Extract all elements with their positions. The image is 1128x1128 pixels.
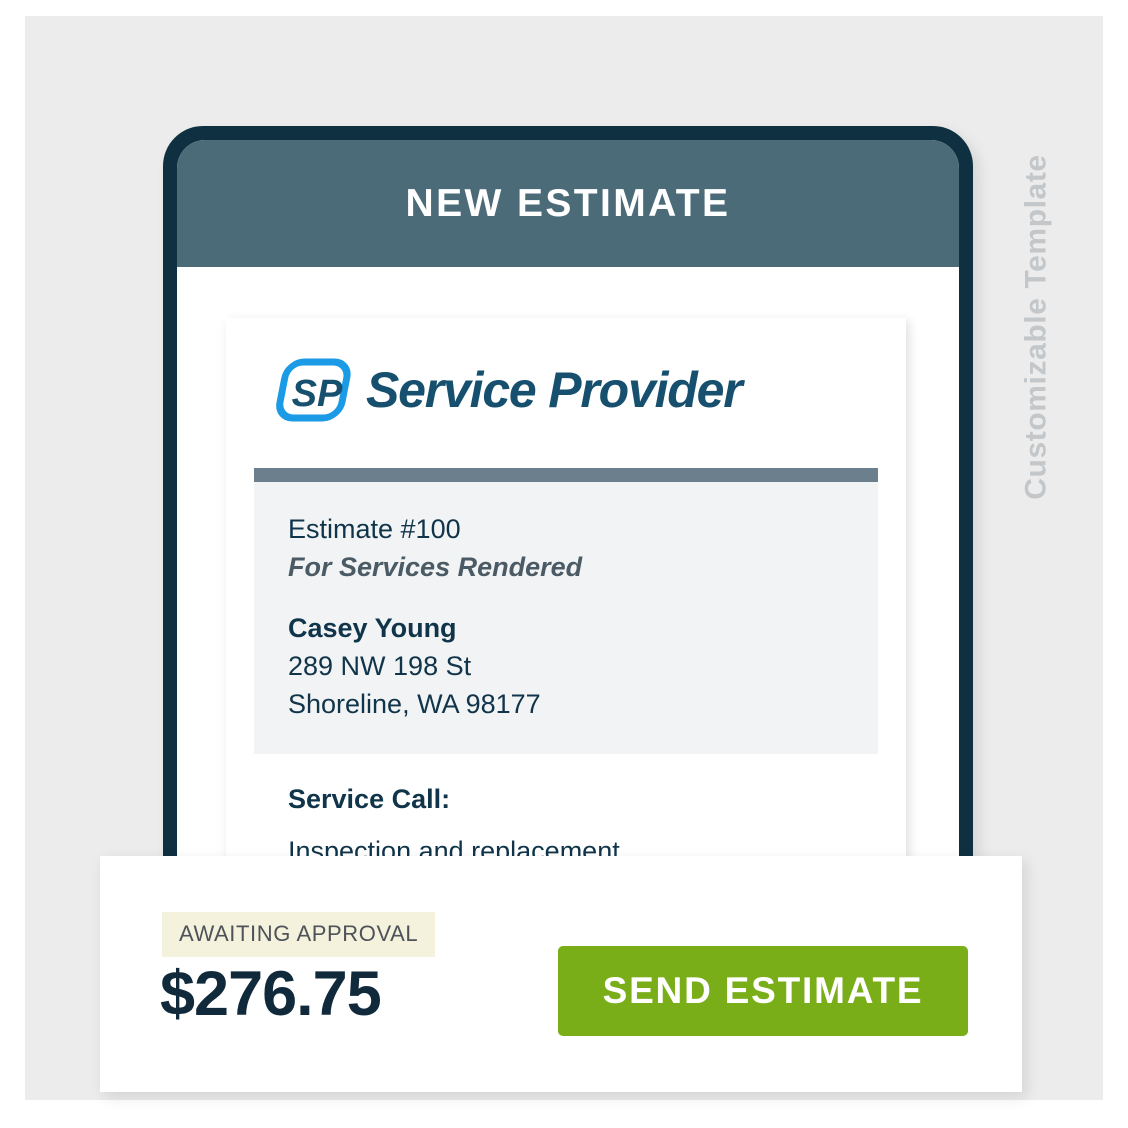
send-estimate-button[interactable]: SEND ESTIMATE (558, 946, 968, 1036)
estimate-subtitle: For Services Rendered (288, 552, 583, 583)
screenshot-stage: Customizable Template NEW ESTIMATE SP Se… (0, 0, 1128, 1128)
phone-screen: NEW ESTIMATE SP Service Provider Estimat… (177, 140, 959, 866)
document-logo-area: SP Service Provider (226, 318, 906, 468)
phone-device-frame: NEW ESTIMATE SP Service Provider Estimat… (163, 126, 973, 866)
side-caption: Customizable Template (1005, 60, 1069, 600)
status-badge: AWAITING APPROVAL (162, 912, 436, 957)
service-provider-logo: SP Service Provider (274, 356, 906, 424)
estimate-document: SP Service Provider Estimate #100 For Se… (226, 318, 906, 866)
total-amount: $276.75 (160, 959, 382, 1029)
brand-wordmark: Service Provider (366, 362, 743, 418)
app-header: NEW ESTIMATE (177, 140, 959, 267)
customer-address-line-1: 289 NW 198 St (288, 650, 472, 681)
customer-name: Casey Young (288, 612, 457, 643)
sp-badge-icon: SP (274, 356, 360, 424)
service-label: Service Call: (288, 783, 451, 814)
side-caption-label: Customizable Template (1020, 154, 1054, 500)
estimate-summary-card: AWAITING APPROVAL $276.75 SEND ESTIMATE (100, 856, 1022, 1092)
app-header-title: NEW ESTIMATE (405, 181, 731, 225)
document-service-block: Service Call: Inspection and replacement… (254, 753, 878, 866)
customer-address-line-2: Shoreline, WA 98177 (288, 689, 541, 720)
estimate-number: Estimate #100 (288, 514, 461, 544)
svg-text:SP: SP (292, 373, 343, 415)
document-rule (254, 468, 878, 482)
document-party-block: Estimate #100 For Services Rendered Case… (254, 482, 878, 754)
